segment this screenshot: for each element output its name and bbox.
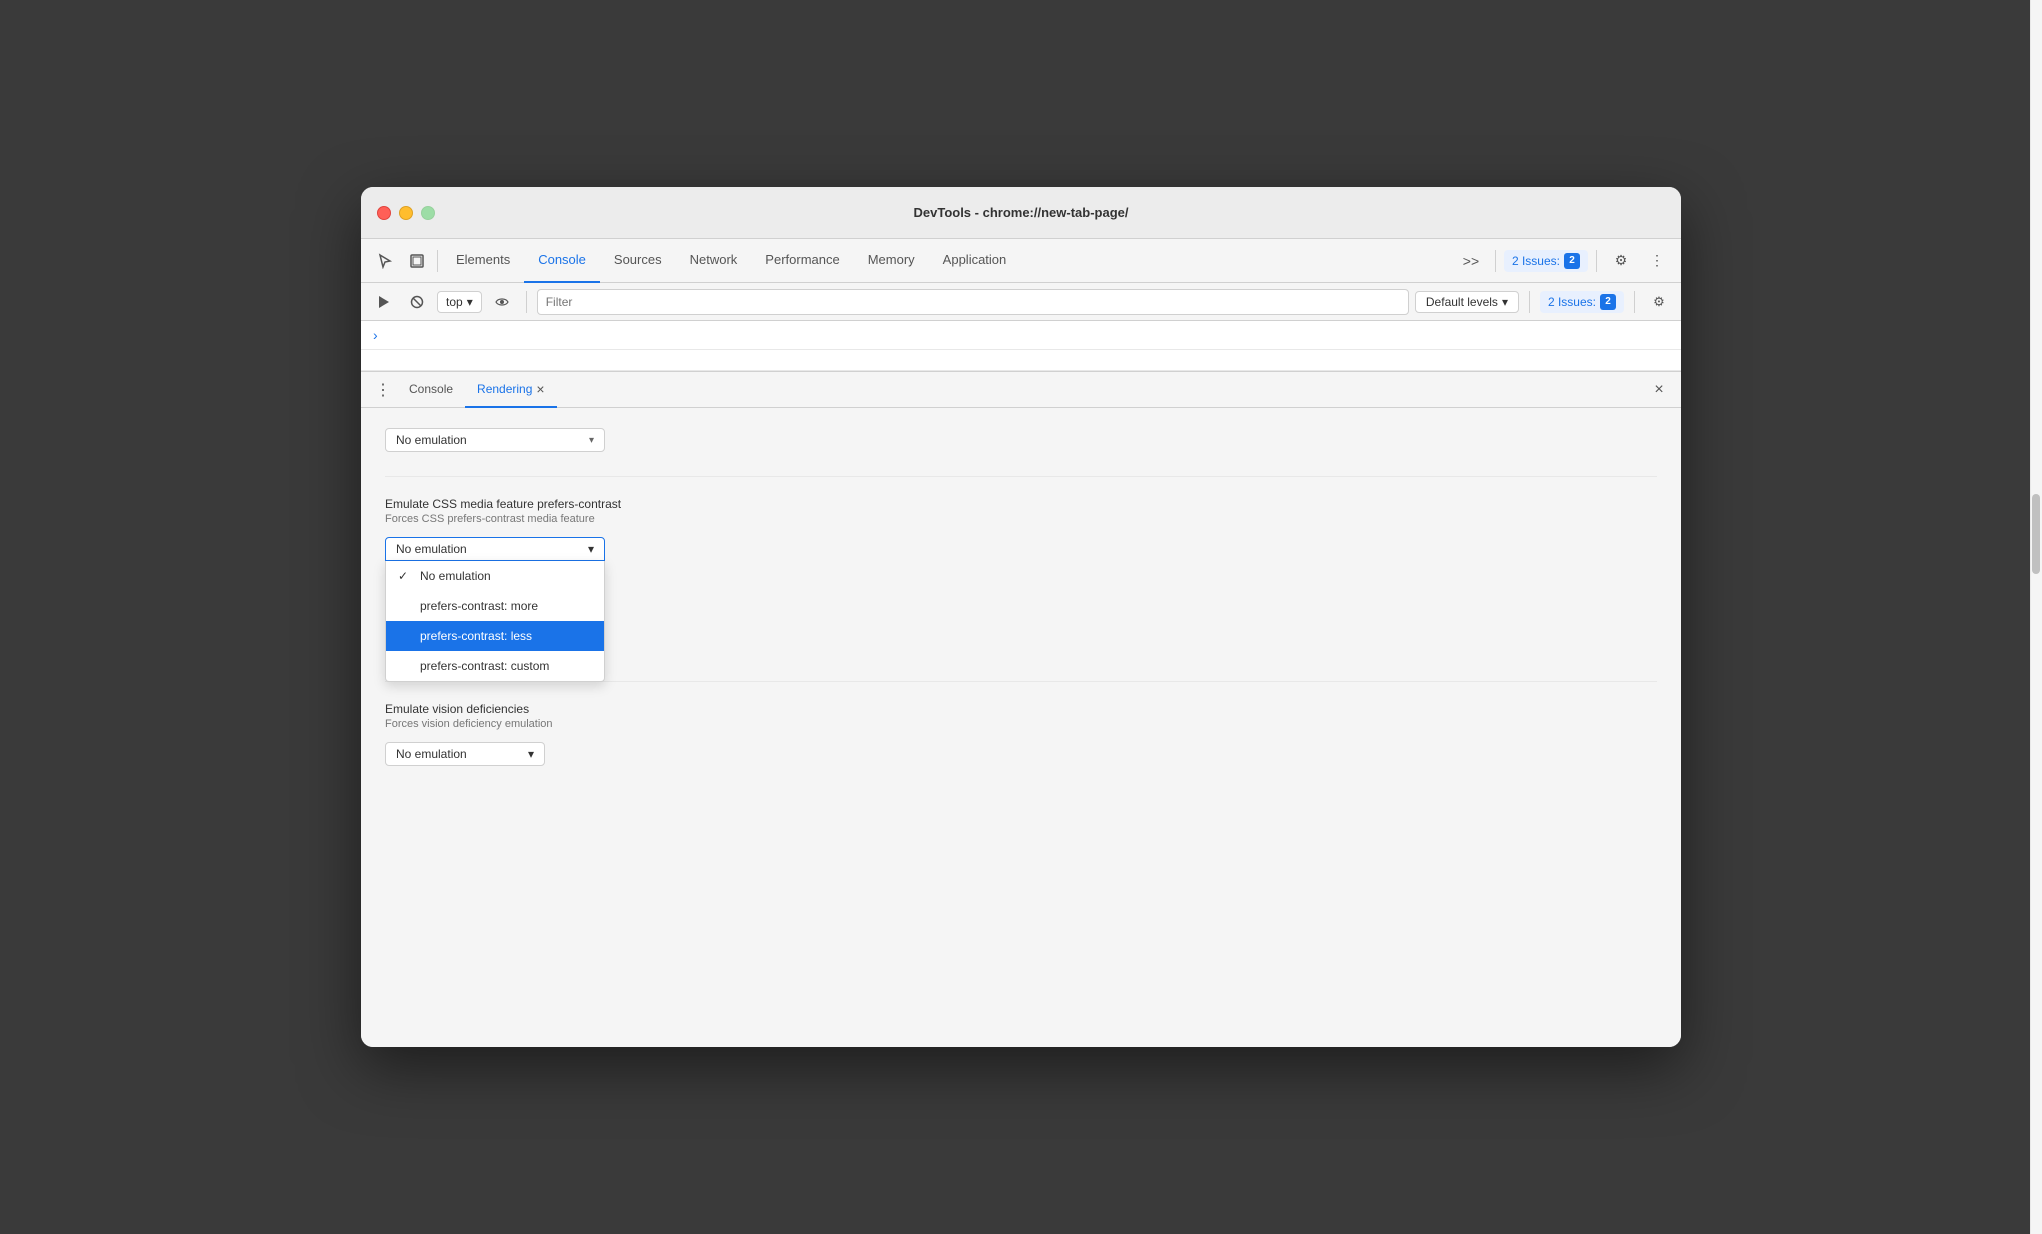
- context-select[interactable]: top ▾: [437, 291, 482, 313]
- titlebar: DevTools - chrome://new-tab-page/: [361, 187, 1681, 239]
- toolbar-divider-1: [437, 250, 438, 272]
- option-less[interactable]: prefers-contrast: less: [386, 621, 604, 651]
- console-area: ›: [361, 321, 1681, 371]
- option-more[interactable]: prefers-contrast: more: [386, 591, 604, 621]
- filter-input[interactable]: [537, 289, 1409, 315]
- vision-dropdown-arrow: ▾: [528, 747, 534, 761]
- prefers-contrast-dropdown[interactable]: No emulation ▾: [385, 537, 605, 561]
- settings-btn[interactable]: ⚙: [1605, 245, 1637, 277]
- close-button[interactable]: [377, 206, 391, 220]
- vision-deficiencies-title: Emulate vision deficiencies: [385, 702, 1657, 716]
- rendering-content: No emulation ▾ Emulate CSS media feature…: [361, 408, 1681, 1047]
- traffic-lights: [377, 206, 435, 220]
- prefers-contrast-title: Emulate CSS media feature prefers-contra…: [385, 497, 1657, 511]
- cursor-icon-btn[interactable]: [369, 245, 401, 277]
- sec-divider-2: [1529, 291, 1530, 313]
- levels-btn[interactable]: Default levels ▾: [1415, 291, 1519, 313]
- prev-dropdown-section: No emulation ▾: [385, 428, 1657, 452]
- prefers-contrast-menu: ✓ No emulation prefers-contrast: more pr…: [385, 561, 605, 682]
- tab-sources[interactable]: Sources: [600, 239, 676, 283]
- tab-console[interactable]: Console: [524, 239, 600, 283]
- window-title: DevTools - chrome://new-tab-page/: [913, 205, 1128, 220]
- check-no-emulation: ✓: [398, 569, 412, 583]
- toolbar-divider-2: [1495, 250, 1496, 272]
- sec-issues-badge[interactable]: 2 Issues: 2: [1540, 291, 1624, 313]
- cursor-icon: [377, 253, 393, 269]
- sec-divider-1: [526, 291, 527, 313]
- prev-dropdown-arrow: ▾: [589, 435, 594, 446]
- overflow-tabs-btn[interactable]: >>: [1455, 245, 1487, 277]
- tab-performance[interactable]: Performance: [751, 239, 853, 283]
- secondary-toolbar: top ▾ Default levels ▾ 2 Issues: 2 ⚙: [361, 283, 1681, 321]
- option-no-emulation[interactable]: ✓ No emulation: [386, 561, 604, 591]
- panel-close-btn[interactable]: ×: [1645, 376, 1673, 404]
- section-divider-1: [385, 476, 1657, 477]
- bottom-panel: ⋮ Console Rendering × × No emulation ▾: [361, 371, 1681, 1047]
- play-btn[interactable]: [369, 288, 397, 316]
- play-icon: [376, 295, 390, 309]
- more-options-btn[interactable]: ⋮: [1641, 245, 1673, 277]
- prefers-contrast-desc: Forces CSS prefers-contrast media featur…: [385, 513, 1657, 525]
- toolbar-right: >> 2 Issues: 2 ⚙ ⋮: [1455, 245, 1673, 277]
- dropdown-open-arrow: ▾: [588, 542, 594, 556]
- panel-tab-rendering[interactable]: Rendering ×: [465, 372, 557, 408]
- maximize-button[interactable]: [421, 206, 435, 220]
- toolbar-divider-3: [1596, 250, 1597, 272]
- panel-menu-btn[interactable]: ⋮: [369, 376, 397, 404]
- tab-network[interactable]: Network: [676, 239, 752, 283]
- block-icon: [410, 295, 424, 309]
- panel-tab-console[interactable]: Console: [397, 372, 465, 408]
- tab-memory[interactable]: Memory: [854, 239, 929, 283]
- tab-application[interactable]: Application: [929, 239, 1021, 283]
- panel-tabs-bar: ⋮ Console Rendering × ×: [361, 372, 1681, 408]
- prefers-contrast-section: Emulate CSS media feature prefers-contra…: [385, 497, 1657, 561]
- tab-elements[interactable]: Elements: [442, 239, 524, 283]
- issues-icon: 2: [1564, 253, 1580, 269]
- prefers-contrast-dropdown-container: No emulation ▾ ✓ No emulation prefers-co…: [385, 537, 605, 561]
- vision-deficiencies-section: Emulate vision deficiencies Forces visio…: [385, 702, 1657, 766]
- minimize-button[interactable]: [399, 206, 413, 220]
- devtools-window: DevTools - chrome://new-tab-page/ Elemen…: [361, 187, 1681, 1047]
- console-prompt[interactable]: ›: [361, 321, 1681, 350]
- layers-icon: [409, 253, 425, 269]
- sec-settings-btn[interactable]: ⚙: [1645, 288, 1673, 316]
- nav-tabs: Elements Console Sources Network Perform…: [442, 239, 1455, 283]
- issues-badge[interactable]: 2 Issues: 2: [1504, 250, 1588, 272]
- eye-btn[interactable]: [488, 288, 516, 316]
- eye-icon: [495, 295, 509, 309]
- rendering-tab-close[interactable]: ×: [536, 381, 544, 397]
- prev-emulation-dropdown[interactable]: No emulation ▾: [385, 428, 605, 452]
- sec-issues-icon: 2: [1600, 294, 1616, 310]
- main-toolbar: Elements Console Sources Network Perform…: [361, 239, 1681, 283]
- block-btn[interactable]: [403, 288, 431, 316]
- prompt-chevron: ›: [373, 327, 378, 343]
- vision-deficiencies-dropdown[interactable]: No emulation ▾: [385, 742, 545, 766]
- vision-deficiencies-desc: Forces vision deficiency emulation: [385, 718, 1657, 730]
- option-custom[interactable]: prefers-contrast: custom: [386, 651, 604, 681]
- layers-icon-btn[interactable]: [401, 245, 433, 277]
- sec-divider-3: [1634, 291, 1635, 313]
